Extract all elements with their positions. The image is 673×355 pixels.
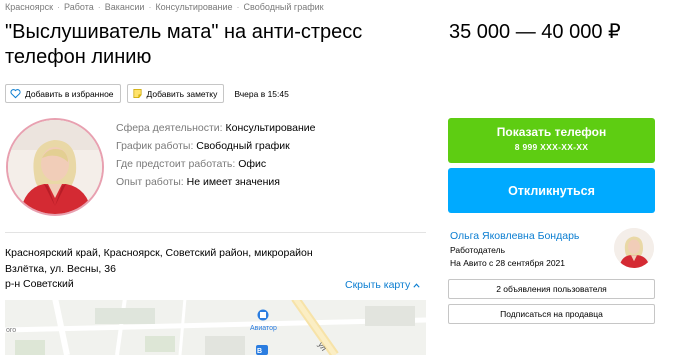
show-phone-button[interactable]: Показать телефон 8 999 XXX-XX-XX xyxy=(448,118,655,163)
address-line: Красноярский край, Красноярск, Советский… xyxy=(5,247,313,259)
add-to-favorites-label: Добавить в избранное xyxy=(25,88,114,99)
seller-name-link[interactable]: Ольга Яковлевна Бондарь xyxy=(450,230,579,242)
page-title: "Выслушиватель мата" на анти-стресс теле… xyxy=(5,21,363,68)
phone-number-masked: 8 999 XXX-XX-XX xyxy=(514,142,589,152)
map-poi-label: Авиатор xyxy=(250,325,277,332)
note-icon xyxy=(132,89,142,98)
breadcrumb-item[interactable]: Вакансии xyxy=(105,2,145,12)
param-row: Опыт работы: Не имеет значения xyxy=(116,173,315,191)
job-params: Сфера деятельности: Консультирование Гра… xyxy=(116,119,315,191)
add-to-favorites-button[interactable]: Добавить в избранное xyxy=(5,84,121,103)
posted-date: Вчера в 15:45 xyxy=(234,88,289,99)
employer-photo xyxy=(6,118,104,216)
listing-actions: Добавить в избранное Добавить заметку Вч… xyxy=(5,84,289,103)
param-value: Свободный график xyxy=(196,140,290,152)
breadcrumb-item[interactable]: Консультирование xyxy=(155,2,232,12)
breadcrumb-separator: · xyxy=(57,2,61,12)
address-line: Взлётка, ул. Весны, 36 xyxy=(5,262,116,275)
param-key: Где предстоит работать: xyxy=(116,158,236,170)
seller-info: Ольга Яковлевна Бондарь Работодатель На … xyxy=(450,230,579,268)
param-value: Не имеет значения xyxy=(186,176,280,188)
subscribe-seller-button[interactable]: Подписаться на продавца xyxy=(448,304,655,324)
breadcrumb-item[interactable]: Свободный график xyxy=(244,2,324,12)
divider xyxy=(5,232,426,233)
hide-map-link[interactable]: Скрыть карту xyxy=(345,279,420,291)
seller-since: На Авито с 28 сентября 2021 xyxy=(450,258,566,268)
breadcrumb-item[interactable]: Работа xyxy=(64,2,94,12)
param-key: Сфера деятельности: xyxy=(116,122,223,134)
param-row: Где предстоит работать: Офис xyxy=(116,155,315,173)
district: р-н Советский xyxy=(5,278,74,290)
seller-ads-button[interactable]: 2 объявления пользователя xyxy=(448,279,655,299)
svg-text:B: B xyxy=(257,348,262,355)
param-row: Сфера деятельности: Консультирование xyxy=(116,119,315,137)
breadcrumb-separator: · xyxy=(148,2,152,12)
add-note-button[interactable]: Добавить заметку xyxy=(126,84,225,103)
param-value: Консультирование xyxy=(225,122,316,134)
map-edge-label: ого xyxy=(6,327,17,334)
add-note-label: Добавить заметку xyxy=(146,88,218,99)
breadcrumb: Красноярск · Работа · Вакансии · Консуль… xyxy=(5,2,324,12)
param-key: Опыт работы: xyxy=(116,176,184,188)
hide-map-label: Скрыть карту xyxy=(345,279,411,291)
heart-icon xyxy=(10,89,21,99)
breadcrumb-separator: · xyxy=(236,2,240,12)
seller-avatar[interactable] xyxy=(614,228,654,268)
address: Красноярский край, Красноярск, Советский… xyxy=(5,246,313,293)
param-value: Офис xyxy=(238,158,267,170)
chevron-up-icon xyxy=(413,282,420,288)
reply-button[interactable]: Откликнуться xyxy=(448,168,655,213)
seller-role: Работодатель xyxy=(450,245,505,255)
map[interactable]: B Авиатор ого ул xyxy=(5,300,426,355)
breadcrumb-separator: · xyxy=(97,2,101,12)
show-phone-label: Показать телефон xyxy=(496,125,607,139)
param-row: График работы: Свободный график xyxy=(116,137,315,155)
param-key: График работы: xyxy=(116,140,194,152)
breadcrumb-item[interactable]: Красноярск xyxy=(5,2,53,12)
price: 35 000 — 40 000 ₽ xyxy=(449,21,621,43)
